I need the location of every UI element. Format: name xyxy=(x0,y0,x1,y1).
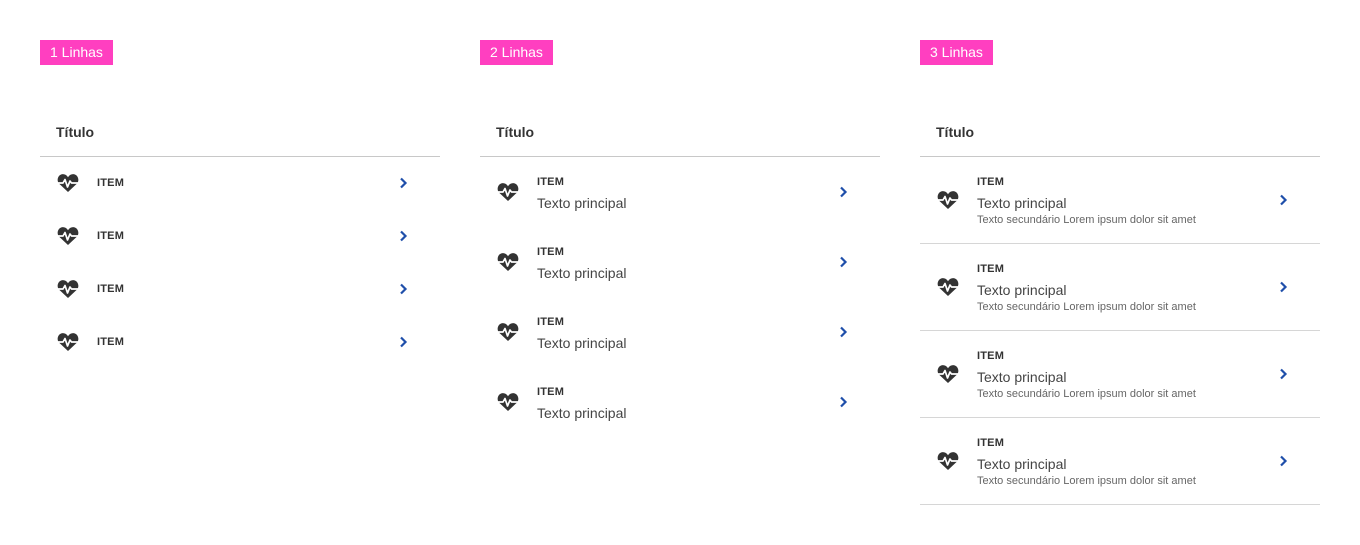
item-label: ITEM xyxy=(97,336,125,348)
list-item[interactable]: ITEM xyxy=(40,157,440,210)
primary-text: Texto principal xyxy=(977,456,1067,472)
secondary-text: Texto secundário Lorem ipsum dolor sit a… xyxy=(977,475,1196,487)
secondary-text: Texto secundário Lorem ipsum dolor sit a… xyxy=(977,214,1196,226)
item-label: ITEM xyxy=(537,176,565,188)
variant-tag: 3 Linhas xyxy=(920,40,993,65)
heartbeat-icon xyxy=(497,182,519,202)
chevron-right-icon[interactable] xyxy=(398,230,408,242)
item-label: ITEM xyxy=(97,283,125,295)
item-label: ITEM xyxy=(537,386,565,398)
variant-tag: 2 Linhas xyxy=(480,40,553,65)
list-title: Título xyxy=(936,124,975,140)
chevron-right-icon[interactable] xyxy=(1278,368,1288,380)
item-label: ITEM xyxy=(977,176,1005,188)
primary-text: Texto principal xyxy=(977,282,1067,298)
list-item[interactable]: ITEM Texto principal Texto secundário Lo… xyxy=(920,331,1320,418)
secondary-text: Texto secundário Lorem ipsum dolor sit a… xyxy=(977,388,1196,400)
heartbeat-icon xyxy=(937,277,959,297)
heartbeat-icon xyxy=(937,451,959,471)
primary-text: Texto principal xyxy=(537,195,627,211)
list: ITEM Texto principal ITEM Texto principa… xyxy=(480,157,880,437)
item-label: ITEM xyxy=(537,246,565,258)
heartbeat-icon xyxy=(57,332,79,352)
heartbeat-icon xyxy=(937,190,959,210)
list-variant-2-lines: 2 Linhas Título ITEM Texto principal ITE… xyxy=(480,40,880,421)
heartbeat-icon xyxy=(497,322,519,342)
chevron-right-icon[interactable] xyxy=(1278,455,1288,467)
primary-text: Texto principal xyxy=(537,405,627,421)
primary-text: Texto principal xyxy=(537,265,627,281)
list: ITEM ITEM ITEM ITEM xyxy=(40,157,440,369)
chevron-right-icon[interactable] xyxy=(838,186,848,198)
heartbeat-icon xyxy=(57,226,79,246)
variant-tag: 1 Linhas xyxy=(40,40,113,65)
list-variant-1-line: 1 Linhas Título ITEM ITEM ITEM ITEM xyxy=(40,40,440,351)
list-item[interactable]: ITEM Texto principal xyxy=(480,227,880,297)
chevron-right-icon[interactable] xyxy=(398,336,408,348)
heartbeat-icon xyxy=(937,364,959,384)
heartbeat-icon xyxy=(497,392,519,412)
primary-text: Texto principal xyxy=(537,335,627,351)
chevron-right-icon[interactable] xyxy=(1278,194,1288,206)
chevron-right-icon[interactable] xyxy=(838,396,848,408)
list-title: Título xyxy=(496,124,535,140)
list-item[interactable]: ITEM Texto principal xyxy=(480,157,880,227)
heartbeat-icon xyxy=(57,173,79,193)
item-label: ITEM xyxy=(977,350,1005,362)
list-item[interactable]: ITEM xyxy=(40,316,440,369)
list-item[interactable]: ITEM Texto principal xyxy=(480,367,880,437)
item-label: ITEM xyxy=(97,230,125,242)
secondary-text: Texto secundário Lorem ipsum dolor sit a… xyxy=(977,301,1196,313)
list-item[interactable]: ITEM xyxy=(40,263,440,316)
item-label: ITEM xyxy=(537,316,565,328)
primary-text: Texto principal xyxy=(977,195,1067,211)
list-item[interactable]: ITEM xyxy=(40,210,440,263)
item-label: ITEM xyxy=(977,437,1005,449)
item-label: ITEM xyxy=(97,177,125,189)
heartbeat-icon xyxy=(57,279,79,299)
chevron-right-icon[interactable] xyxy=(838,326,848,338)
primary-text: Texto principal xyxy=(977,369,1067,385)
list-item[interactable]: ITEM Texto principal Texto secundário Lo… xyxy=(920,157,1320,244)
chevron-right-icon[interactable] xyxy=(398,283,408,295)
list-item[interactable]: ITEM Texto principal xyxy=(480,297,880,367)
list-variant-3-lines: 3 Linhas Título ITEM Texto principal Tex… xyxy=(920,40,1320,505)
item-label: ITEM xyxy=(977,263,1005,275)
heartbeat-icon xyxy=(497,252,519,272)
chevron-right-icon[interactable] xyxy=(838,256,848,268)
list-item[interactable]: ITEM Texto principal Texto secundário Lo… xyxy=(920,244,1320,331)
list: ITEM Texto principal Texto secundário Lo… xyxy=(920,157,1320,505)
chevron-right-icon[interactable] xyxy=(1278,281,1288,293)
list-item[interactable]: ITEM Texto principal Texto secundário Lo… xyxy=(920,418,1320,505)
list-title: Título xyxy=(56,124,95,140)
chevron-right-icon[interactable] xyxy=(398,177,408,189)
